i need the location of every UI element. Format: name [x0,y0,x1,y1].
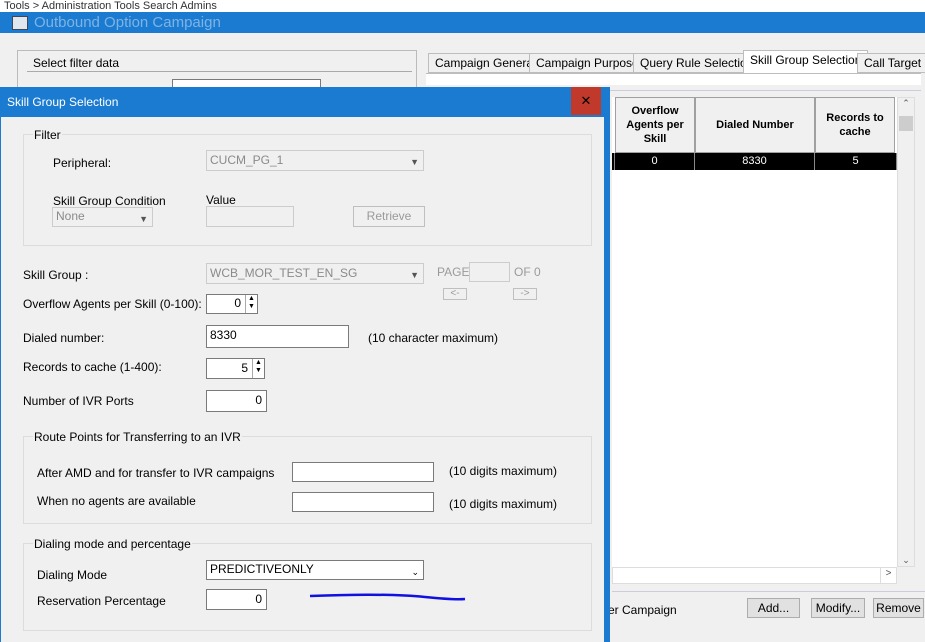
overflow-label: Overflow Agents per Skill (0-100): [23,297,202,311]
modify-button[interactable]: Modify... [811,598,865,618]
page-label: PAGE [437,265,470,279]
app-icon [12,16,28,30]
spinner-arrows-icon[interactable]: ▲ ▼ [252,359,264,378]
grid-cell-overflow[interactable]: 0 [615,153,695,170]
grid-header-overflow[interactable]: Overflow Agents per Skill [615,97,695,153]
no-agents-label: When no agents are available [37,494,196,508]
tab-label: Call Target [864,56,922,70]
dialing-mode-group: Dialing mode and percentage [23,537,592,631]
dialing-mode-label: Dialing Mode [37,568,108,582]
reservation-label: Reservation Percentage [37,594,166,608]
dialed-number-input[interactable]: 8330 [206,325,349,348]
route-points-label: Route Points for Transferring to an IVR [33,430,242,444]
records-label: Records to cache (1-400): [23,360,162,374]
pen-annotation-path [309,593,466,601]
vertical-scrollbar[interactable]: ⌃ ⌄ [897,97,915,567]
amd-input[interactable] [292,462,434,482]
amd-label: After AMD and for transfer to IVR campai… [37,466,275,480]
select-filter-divider [27,71,412,72]
tab-label: Skill Group Selection [750,53,862,67]
chevron-down-icon: ▼ [410,270,419,280]
condition-select[interactable]: None ▼ [52,207,153,227]
next-page-button[interactable]: -> [513,288,537,300]
tab-query-rule-selection[interactable]: Query Rule Selection [633,53,761,73]
skill-group-grid[interactable]: Overflow Agents per Skill Dialed Number … [612,97,897,567]
overflow-stepper[interactable]: 0 ▲ ▼ [206,294,258,314]
ivr-ports-label: Number of IVR Ports [23,394,134,408]
tab-call-target[interactable]: Call Target [857,53,925,73]
dialog-titlebar: Skill Group Selection ✕ [1,87,605,117]
reservation-input[interactable]: 0 [206,589,267,610]
add-button[interactable]: Add... [747,598,800,618]
value-label: Value [206,193,236,207]
panel-divider [612,591,925,592]
remove-button[interactable]: Remove [873,598,924,618]
skill-group-label: Skill Group : [23,268,89,282]
chevron-down-icon: ▼ [410,157,419,167]
records-value: 5 [241,361,248,375]
condition-label: Skill Group Condition [53,194,166,208]
tab-campaign-purpose[interactable]: Campaign Purpose [529,53,646,73]
tab-panel [426,73,921,85]
records-stepper[interactable]: 5 ▲ ▼ [206,358,265,379]
chevron-down-icon: ▼ [139,214,148,224]
no-agents-hint: (10 digits maximum) [449,497,558,511]
no-agents-input[interactable] [292,492,434,512]
dialing-mode-group-label: Dialing mode and percentage [33,537,192,551]
chevron-down-icon: ⌄ [411,567,419,577]
page-input[interactable] [469,262,510,282]
background-strip-text: Tools > Administration Tools Search Admi… [4,0,217,12]
grid-header-dialed-number[interactable]: Dialed Number [695,97,815,153]
select-filter-label: Select filter data [33,56,120,70]
ivr-ports-input[interactable]: 0 [206,390,267,412]
scroll-right-icon[interactable]: > [880,568,896,583]
partial-campaign-label: er Campaign [608,603,677,617]
tab-label: Campaign General [435,56,536,70]
tab-skill-group-selection[interactable]: Skill Group Selection [743,50,869,73]
dialed-number-hint: (10 character maximum) [368,331,499,345]
skill-group-value: WCB_MOR_TEST_EN_SG [210,266,358,280]
grid-cell-dialed-number[interactable]: 8330 [695,153,815,170]
horizontal-scrollbar[interactable]: > [612,567,897,584]
grid-header-records[interactable]: Records to cache [815,97,895,153]
retrieve-button[interactable]: Retrieve [353,206,425,227]
tab-campaign-general[interactable]: Campaign General [428,53,543,73]
overflow-value: 0 [234,296,241,310]
tab-label: Campaign Purpose [536,56,639,70]
spinner-arrows-icon[interactable]: ▲ ▼ [245,295,257,313]
value-input[interactable] [206,206,294,227]
scroll-thumb[interactable] [899,116,913,131]
dialog-title: Skill Group Selection [7,95,119,109]
prev-page-button[interactable]: <- [443,288,467,300]
page-of-label: OF 0 [514,265,541,279]
pen-annotation-stroke [309,593,466,601]
main-window-title: Outbound Option Campaign [34,14,221,31]
scroll-up-icon[interactable]: ⌃ [898,98,914,109]
amd-hint: (10 digits maximum) [449,464,558,478]
peripheral-select[interactable]: CUCM_PG_1 ▼ [206,150,424,171]
dialed-number-label: Dialed number: [23,331,105,345]
peripheral-label: Peripheral: [53,156,112,170]
tab-label: Query Rule Selection [640,56,754,70]
main-window-titlebar: Outbound Option Campaign [0,12,925,33]
dialing-mode-select[interactable]: PREDICTIVEONLY ⌄ [206,560,424,580]
dialing-mode-value: PREDICTIVEONLY [210,562,314,576]
grid-cell-records[interactable]: 5 [815,153,897,170]
close-button[interactable]: ✕ [571,87,601,115]
close-icon: ✕ [580,93,592,108]
filter-group-label: Filter [33,128,62,142]
peripheral-value: CUCM_PG_1 [210,153,284,167]
scroll-down-icon[interactable]: ⌄ [898,555,914,566]
skill-group-select[interactable]: WCB_MOR_TEST_EN_SG ▼ [206,263,424,284]
condition-value: None [56,209,85,223]
background-strip: Tools > Administration Tools Search Admi… [0,0,925,12]
